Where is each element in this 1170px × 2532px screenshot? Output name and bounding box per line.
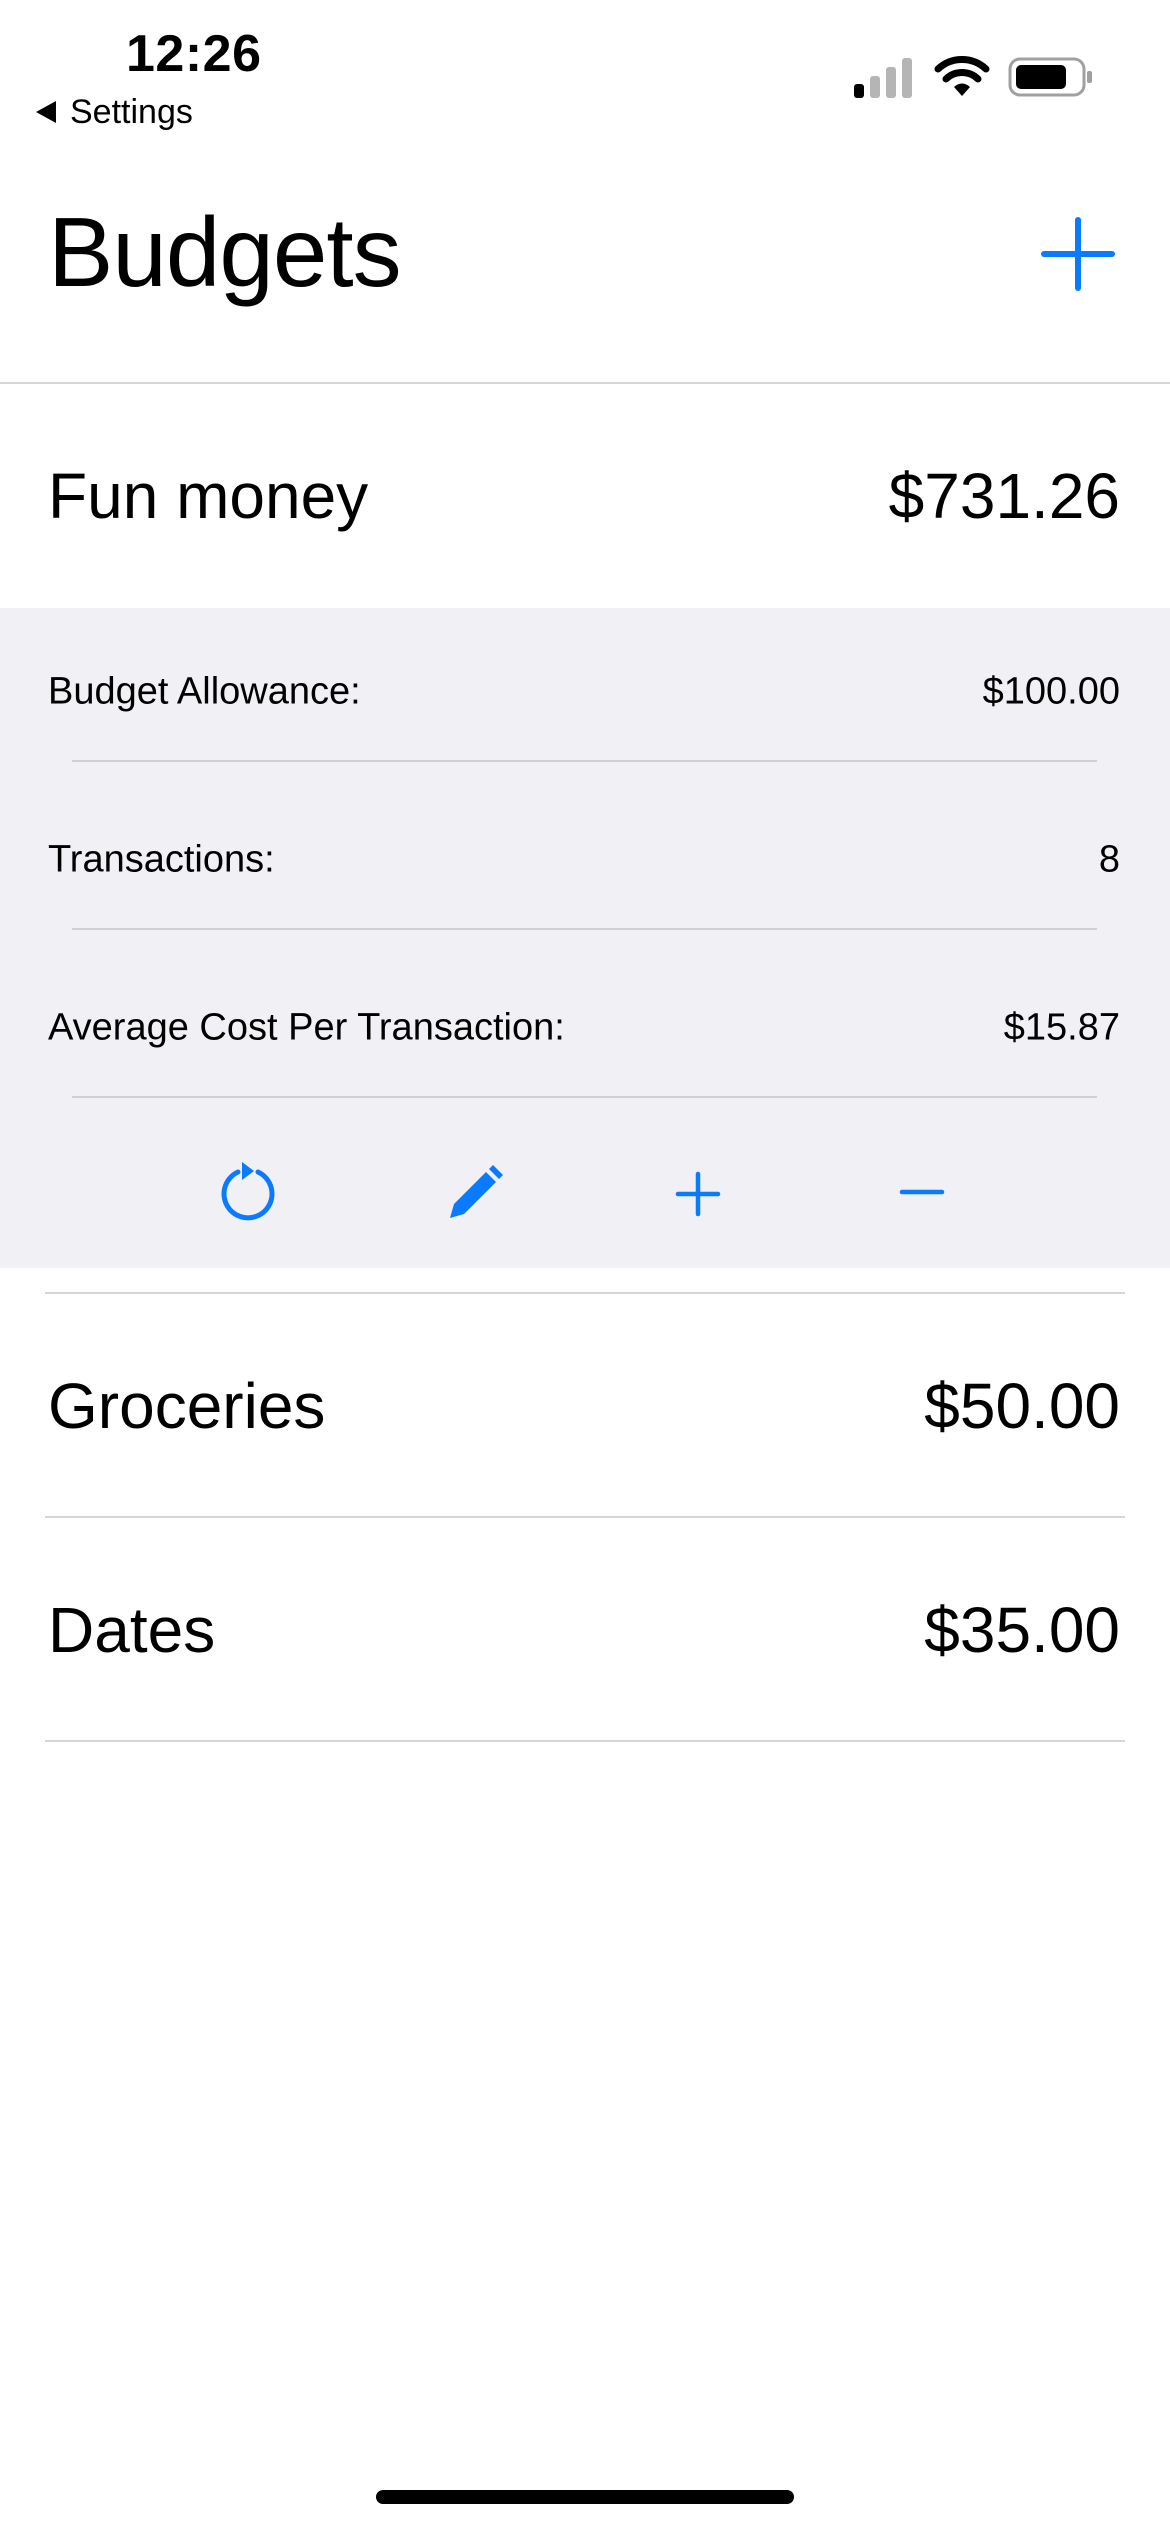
- back-to-settings-link[interactable]: Settings: [36, 90, 193, 134]
- edit-budget-button[interactable]: [434, 1154, 514, 1234]
- status-time: 12:26: [126, 25, 262, 83]
- page-title: Budgets: [48, 197, 402, 307]
- add-budget-button[interactable]: [1040, 216, 1116, 292]
- allowance-value: $100.00: [982, 670, 1120, 713]
- reset-budget-button[interactable]: [208, 1154, 288, 1234]
- detail-row-transactions: Transactions: 8: [0, 776, 1170, 944]
- transactions-label: Transactions:: [48, 838, 275, 881]
- add-transaction-button[interactable]: [658, 1154, 738, 1234]
- detail-divider: [72, 1096, 1097, 1098]
- reset-icon: [221, 1162, 275, 1221]
- budget-row-dates[interactable]: Dates $35.00: [0, 1518, 1170, 1742]
- budget-amount: $35.00: [924, 1594, 1120, 1666]
- budget-amount: $50.00: [924, 1370, 1120, 1442]
- average-cost-label: Average Cost Per Transaction:: [48, 1006, 565, 1049]
- row-divider: [45, 1740, 1125, 1742]
- detail-row-allowance: Budget Allowance: $100.00: [0, 608, 1170, 776]
- cellular-signal-icon: [854, 58, 912, 98]
- budget-row-groceries[interactable]: Groceries $50.00: [0, 1294, 1170, 1518]
- back-link-label: Settings: [70, 92, 193, 131]
- wifi-icon: [934, 56, 990, 96]
- budget-name: Dates: [48, 1594, 216, 1666]
- average-cost-value: $15.87: [1003, 1006, 1120, 1049]
- back-triangle-icon: [36, 101, 56, 123]
- budget-row-fun-money[interactable]: Fun money $731.26: [0, 384, 1170, 608]
- remove-transaction-button[interactable]: [882, 1154, 962, 1234]
- budget-details-panel: Budget Allowance: $100.00 Transactions: …: [0, 608, 1170, 1268]
- budget-name: Fun money: [48, 460, 369, 532]
- home-indicator[interactable]: [376, 2490, 794, 2504]
- allowance-label: Budget Allowance:: [48, 670, 361, 713]
- battery-icon: [1008, 57, 1092, 97]
- budget-amount: $731.26: [888, 460, 1120, 532]
- detail-row-average-cost: Average Cost Per Transaction: $15.87: [0, 944, 1170, 1112]
- pencil-icon: [450, 1165, 503, 1218]
- plus-icon: [675, 1171, 721, 1217]
- budget-name: Groceries: [48, 1370, 326, 1442]
- detail-divider: [72, 928, 1097, 930]
- detail-divider: [72, 760, 1097, 762]
- transactions-value: 8: [1098, 838, 1120, 881]
